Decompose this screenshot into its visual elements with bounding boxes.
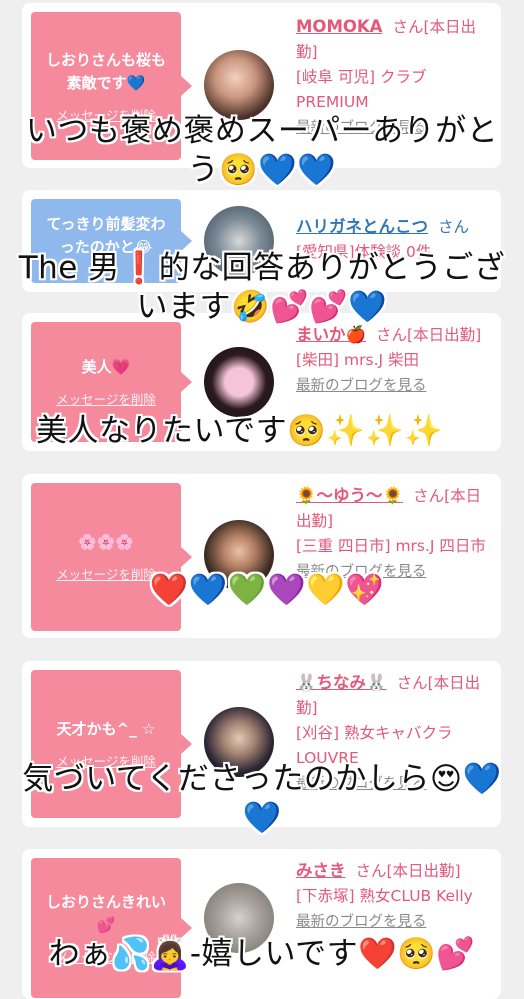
profile-name-link[interactable]: MOMOKA — [296, 17, 382, 36]
overlay-caption: 気づいてくださったのかしら😍💙💙 — [22, 761, 502, 836]
profile-info: みさき さん[本日出勤] [下赤塚] 熟女CLUB Kelly 最新のブログを見る — [296, 858, 496, 935]
overlay-caption: いつも褒め褒めスーパーありがとう🥺💙💙 — [25, 113, 499, 188]
bubble-text: しおりさんも桜も素敵です💙 — [45, 50, 166, 92]
blog-link[interactable]: 最新のブログを見る — [296, 914, 427, 930]
profile-name-link[interactable]: まいか🍎 — [296, 325, 366, 344]
message-card: しおりさんきれい💕 メッセージを削除 みさき さん[本日出勤] [下赤塚] 熟女C… — [22, 849, 501, 999]
shop-text: [岐阜 可児] クラブPREMIUM — [296, 68, 427, 111]
status-text: さん[本日出勤] — [376, 326, 482, 344]
status-text: さん — [438, 218, 470, 236]
delete-message-link[interactable]: メッセージを削除 — [56, 389, 156, 408]
blog-link[interactable]: 最新のブログを見る — [296, 378, 427, 394]
profile-name-link[interactable]: ハリガネとんこつ — [296, 217, 428, 236]
profile-info: 🌻〜ゆう〜🌻 さん[本日出勤] [三重 四日市] mrs.J 四日市 最新のブログ… — [296, 483, 496, 585]
message-card: 🌸🌸🌸 メッセージを削除 🌻〜ゆう〜🌻 さん[本日出勤] [三重 四日市] mrs… — [22, 474, 501, 638]
profile-name-link[interactable]: 🌻〜ゆう〜🌻 — [296, 486, 403, 505]
overlay-caption: わぁ💦🙇‍♀️-嬉しいです❤️🥺💕 — [48, 936, 476, 972]
profile-name-link[interactable]: みさき — [296, 861, 346, 880]
shop-text: [柴田] mrs.J 柴田 — [296, 351, 419, 369]
bubble-text: 天才かも^_ ☆ — [56, 720, 156, 738]
avatar[interactable] — [204, 50, 274, 120]
profile-name-link[interactable]: 🐰ちなみ🐰 — [296, 673, 387, 692]
overlay-caption: The 男❗️的な回答ありがとうございます🤣💕💕💙 — [18, 250, 506, 325]
bubble-text: 美人💗 — [81, 358, 131, 376]
shop-text: [下赤塚] 熟女CLUB Kelly — [296, 887, 473, 905]
bubble-text: しおりさんきれい💕 — [45, 892, 166, 934]
overlay-caption: ❤️💙💚💜💛💖 — [149, 572, 385, 608]
overlay-caption: 美人なりたいです🥺✨✨✨ — [36, 413, 444, 449]
shop-text: [三重 四日市] mrs.J 四日市 — [296, 537, 486, 555]
profile-info: まいか🍎 さん[本日出勤] [柴田] mrs.J 柴田 最新のブログを見る — [296, 322, 496, 399]
status-text: さん[本日出勤] — [355, 862, 461, 880]
message-bubble: しおりさんきれい💕 メッセージを削除 — [31, 858, 192, 998]
bubble-text: 🌸🌸🌸 — [77, 533, 135, 551]
avatar[interactable] — [204, 347, 274, 417]
